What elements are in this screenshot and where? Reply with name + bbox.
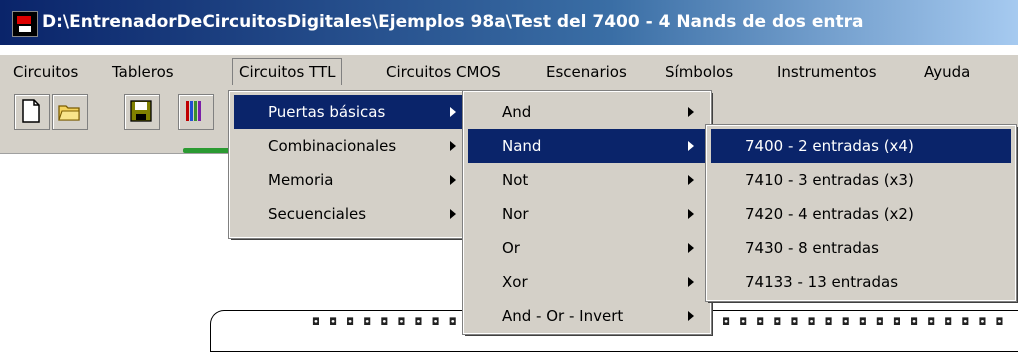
submenu-arrow-icon — [688, 209, 694, 219]
menu-item-and[interactable]: And — [468, 95, 706, 129]
menu-ayuda[interactable]: Ayuda — [924, 63, 970, 81]
menu-circuitos-cmos[interactable]: Circuitos CMOS — [386, 63, 501, 81]
menu-item-xor[interactable]: Xor — [468, 265, 706, 299]
menu-circuitos-ttl[interactable]: Circuitos TTL — [232, 58, 343, 85]
submenu-arrow-icon — [450, 175, 456, 185]
menu-gates-dropdown: And Nand Not Nor Or Xor And - Or - Inver… — [462, 90, 712, 335]
menu-item-and-or-invert[interactable]: And - Or - Invert — [468, 299, 706, 333]
menu-simbolos[interactable]: Símbolos — [665, 63, 733, 81]
menu-instrumentos[interactable]: Instrumentos — [777, 63, 877, 81]
submenu-arrow-icon — [688, 107, 694, 117]
menu-item-7420[interactable]: 7420 - 4 entradas (x2) — [711, 197, 1011, 231]
menu-item-puertas-basicas[interactable]: Puertas básicas — [234, 95, 462, 129]
new-document-icon — [22, 99, 40, 123]
menu-bar: Circuitos Tableros Circuitos TTL Circuit… — [0, 55, 1018, 91]
menu-item-74133[interactable]: 74133 - 13 entradas — [711, 265, 1011, 299]
submenu-arrow-icon — [450, 209, 456, 219]
menu-tableros[interactable]: Tableros — [112, 63, 174, 81]
menu-nand-dropdown: 7400 - 2 entradas (x4) 7410 - 3 entradas… — [705, 124, 1017, 302]
submenu-arrow-icon — [688, 243, 694, 253]
menu-circuitos[interactable]: Circuitos — [13, 63, 78, 81]
menu-ttl-dropdown: Puertas básicas Combinacionales Memoria … — [228, 90, 468, 239]
submenu-arrow-icon — [450, 107, 456, 117]
save-icon — [130, 100, 152, 122]
menu-item-7410[interactable]: 7410 - 3 entradas (x3) — [711, 163, 1011, 197]
bars-icon — [186, 101, 201, 121]
submenu-arrow-icon — [450, 141, 456, 151]
menu-item-memoria[interactable]: Memoria — [234, 163, 462, 197]
window-title: D:\EntrenadorDeCircuitosDigitales\Ejempl… — [42, 12, 864, 32]
menu-item-7430[interactable]: 7430 - 8 entradas — [711, 231, 1011, 265]
submenu-arrow-icon — [688, 141, 694, 151]
menu-item-combinacionales[interactable]: Combinacionales — [234, 129, 462, 163]
menu-item-nand[interactable]: Nand — [468, 129, 706, 163]
submenu-arrow-icon — [688, 311, 694, 321]
menu-escenarios[interactable]: Escenarios — [546, 63, 627, 81]
new-button[interactable] — [14, 94, 50, 130]
menu-item-secuenciales[interactable]: Secuenciales — [234, 197, 462, 231]
bars-button[interactable] — [178, 94, 214, 130]
open-button[interactable] — [52, 94, 88, 130]
menu-item-not[interactable]: Not — [468, 163, 706, 197]
submenu-arrow-icon — [688, 175, 694, 185]
app-icon[interactable] — [12, 11, 38, 37]
title-bar: D:\EntrenadorDeCircuitosDigitales\Ejempl… — [0, 0, 1018, 45]
menu-item-7400[interactable]: 7400 - 2 entradas (x4) — [711, 129, 1011, 163]
submenu-arrow-icon — [688, 277, 694, 287]
menu-item-nor[interactable]: Nor — [468, 197, 706, 231]
open-folder-icon — [58, 105, 80, 121]
save-button[interactable] — [124, 94, 160, 130]
menu-item-or[interactable]: Or — [468, 231, 706, 265]
